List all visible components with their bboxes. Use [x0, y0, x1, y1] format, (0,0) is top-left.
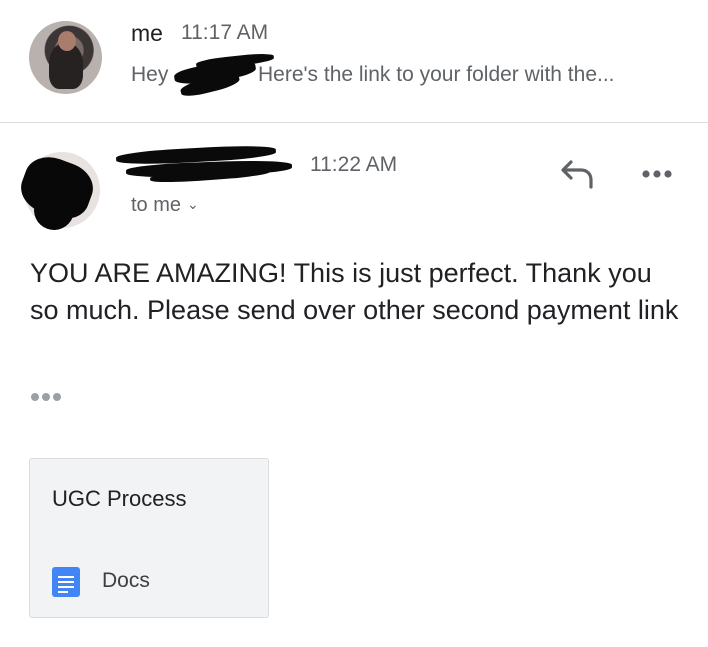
more-options-button[interactable]	[638, 162, 678, 186]
avatar-face	[58, 31, 76, 51]
reply-button[interactable]	[559, 157, 599, 191]
recipient-label: to me	[131, 194, 182, 216]
recipient-details-toggle[interactable]: to me ⌄	[131, 194, 199, 217]
chevron-down-icon: ⌄	[187, 196, 199, 212]
attachment-card[interactable]: UGC Process Docs	[29, 458, 269, 618]
sender-avatar[interactable]	[29, 21, 102, 94]
show-trimmed-content-button[interactable]	[31, 388, 67, 402]
sender-name: me	[131, 20, 163, 46]
message-time: 11:22 AM	[310, 153, 398, 176]
attachment-title: UGC Process	[52, 486, 187, 511]
message-divider	[0, 122, 708, 123]
message-body: YOU ARE AMAZING! This is just perfect. T…	[30, 258, 679, 325]
more-horizontal-icon	[642, 170, 672, 178]
google-docs-icon	[52, 567, 80, 597]
message-snippet: Here's the link to your folder with the.…	[258, 63, 615, 86]
message-time: 11:17 AM	[181, 21, 269, 44]
reply-arrow-icon	[561, 160, 593, 189]
attachment-type: Docs	[102, 569, 150, 592]
snippet-prefix: Hey	[131, 63, 169, 86]
